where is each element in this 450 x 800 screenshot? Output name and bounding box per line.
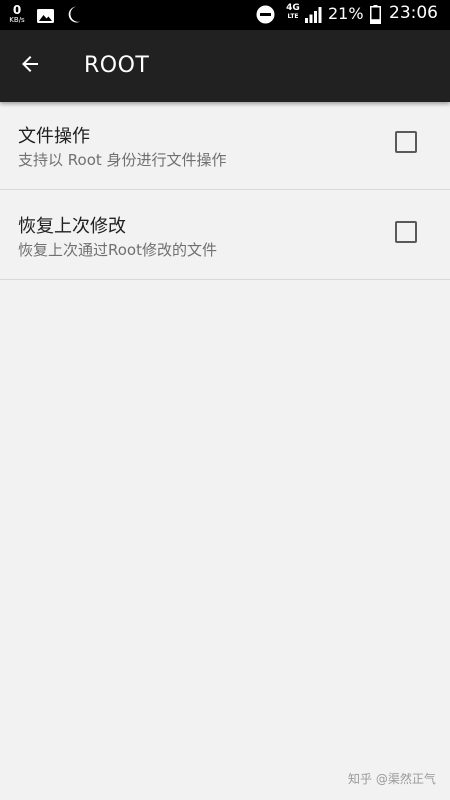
- setting-summary: 恢复上次通过Root修改的文件: [18, 241, 217, 259]
- toolbar: ROOT: [0, 30, 450, 102]
- restore-last-change-checkbox[interactable]: [395, 221, 417, 243]
- battery-icon: [370, 5, 381, 28]
- network-speed: 0 KB/s: [6, 4, 28, 24]
- status-bar: 0 KB/s 4G LTE 21% 23:06: [0, 0, 450, 30]
- network-type: 4G LTE: [284, 3, 302, 21]
- page-title: ROOT: [84, 53, 150, 78]
- network-type-label: 4G: [286, 3, 300, 13]
- setting-restore-last-change[interactable]: 恢复上次修改 恢复上次通过Root修改的文件: [0, 190, 450, 280]
- file-operations-checkbox[interactable]: [395, 131, 417, 153]
- signal-icon: [305, 6, 323, 27]
- moon-icon: [67, 6, 81, 27]
- setting-summary: 支持以 Root 身份进行文件操作: [18, 151, 227, 169]
- setting-title: 恢复上次修改: [18, 216, 126, 237]
- battery-percent: 21%: [328, 4, 364, 23]
- clock: 23:06: [389, 3, 438, 23]
- settings-list: 文件操作 支持以 Root 身份进行文件操作 恢复上次修改 恢复上次通过Root…: [0, 102, 450, 280]
- network-speed-value: 0: [12, 3, 22, 17]
- setting-file-operations[interactable]: 文件操作 支持以 Root 身份进行文件操作: [0, 102, 450, 190]
- network-sub-label: LTE: [287, 13, 299, 20]
- back-button[interactable]: [8, 44, 52, 88]
- network-speed-unit: KB/s: [9, 16, 25, 24]
- do-not-disturb-icon: [256, 5, 275, 28]
- setting-title: 文件操作: [18, 126, 90, 147]
- watermark: 知乎 @渠然正气: [348, 772, 436, 786]
- arrow-left-icon: [18, 52, 42, 80]
- screen: 0 KB/s 4G LTE 21% 23:06 ROOT 文件操作 支持以 Ro…: [0, 0, 450, 800]
- image-icon: [37, 8, 54, 27]
